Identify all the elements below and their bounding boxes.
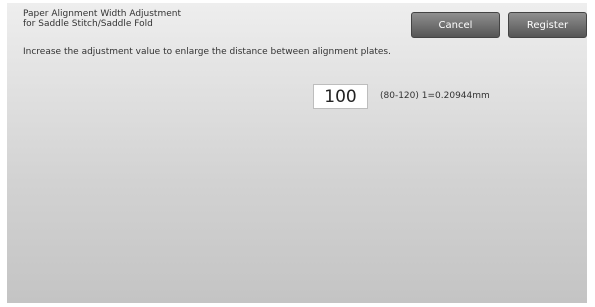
title-line-2: for Saddle Stitch/Saddle Fold (23, 19, 153, 29)
title-line-1: Paper Alignment Width Adjustment (23, 9, 182, 19)
instruction-text: Increase the adjustment value to enlarge… (23, 47, 391, 57)
register-button[interactable]: Register (508, 12, 587, 38)
settings-screen: Paper Alignment Width Adjustment for Sad… (7, 3, 587, 303)
adjustment-value-input[interactable]: 100 (313, 84, 368, 109)
page-title: Paper Alignment Width Adjustment for Sad… (23, 9, 181, 29)
cancel-button[interactable]: Cancel (411, 12, 500, 38)
range-note: (80-120) 1=0.20944mm (380, 91, 490, 101)
